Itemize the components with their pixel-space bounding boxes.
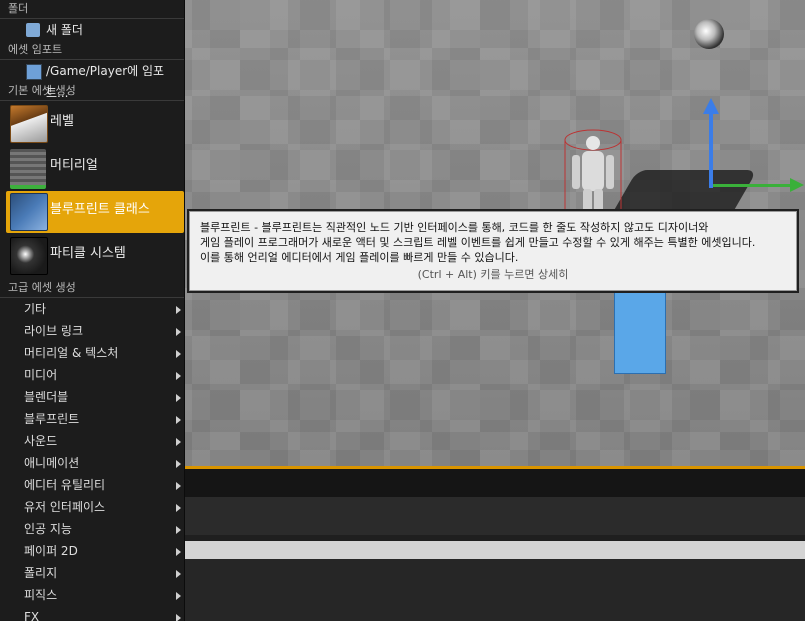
chevron-right-icon: [176, 328, 181, 336]
submenu-label: 블렌더블: [24, 390, 69, 404]
weapon-mesh[interactable]: [614, 290, 666, 374]
submenu-materials-textures[interactable]: 머티리얼 & 텍스처: [0, 342, 184, 364]
submenu-blendables[interactable]: 블렌더블: [0, 386, 184, 408]
menu-item-new-folder[interactable]: 새 폴더: [0, 19, 184, 41]
submenu-paper-2d[interactable]: 페이퍼 2D: [0, 540, 184, 562]
sky-sphere-icon[interactable]: [694, 19, 724, 49]
submenu-artificial-intelligence[interactable]: 인공 지능: [0, 518, 184, 540]
submenu-label: 유저 인터페이스: [24, 500, 106, 514]
submenu-physics[interactable]: 피직스: [0, 584, 184, 606]
level-icon: [10, 105, 48, 143]
chevron-right-icon: [176, 394, 181, 402]
chevron-right-icon: [176, 350, 181, 358]
folder-plus-icon: [26, 23, 40, 37]
menu-item-level[interactable]: 레벨: [0, 103, 184, 145]
tooltip-line: 게임 플레이 프로그래머가 새로운 액터 및 스크립트 레벨 이벤트를 쉽게 만…: [200, 236, 756, 249]
gizmo-z-axis[interactable]: [709, 110, 713, 188]
submenu-blueprints[interactable]: 블루프린트: [0, 408, 184, 430]
menu-item-label: 블루프린트 클래스: [50, 202, 150, 217]
blueprint-class-tooltip: 블루프린트 - 블루프린트는 직관적인 노드 기반 인터페이스를 통해, 코드를…: [189, 211, 797, 291]
menu-item-label: 머티리얼: [50, 158, 98, 173]
tooltip-line: 이를 통해 언리얼 에디터에서 게임 플레이를 빠르게 만들 수 있습니다.: [200, 251, 519, 264]
menu-item-material[interactable]: 머티리얼: [0, 147, 184, 189]
material-icon: [10, 149, 46, 189]
chevron-right-icon: [176, 526, 181, 534]
add-new-context-menu: 폴더 새 폴더 에셋 임포트 /Game/Player에 임포트... 기본 에…: [0, 0, 185, 621]
menu-item-blueprint-class[interactable]: 블루프린트 클래스: [6, 191, 184, 233]
submenu-sounds[interactable]: 사운드: [0, 430, 184, 452]
submenu-label: 폴리지: [24, 566, 58, 580]
section-header-folder: 폴더: [0, 0, 184, 19]
chevron-right-icon: [176, 504, 181, 512]
chevron-right-icon: [176, 548, 181, 556]
chevron-right-icon: [176, 460, 181, 468]
submenu-media[interactable]: 미디어: [0, 364, 184, 386]
menu-item-import[interactable]: /Game/Player에 임포트...: [0, 60, 184, 100]
chevron-right-icon: [176, 306, 181, 314]
submenu-label: 블루프린트: [24, 412, 80, 426]
section-header-basic: 기본 에셋 생성: [0, 82, 184, 101]
chevron-right-icon: [176, 438, 181, 446]
menu-item-label: 레벨: [50, 114, 74, 129]
tooltip-line: 블루프린트 - 블루프린트는 직관적인 노드 기반 인터페이스를 통해, 코드를…: [200, 221, 709, 234]
menu-item-particle-system[interactable]: 파티클 시스템: [0, 235, 184, 277]
submenu-label: 인공 지능: [24, 522, 72, 536]
submenu-foliage[interactable]: 폴리지: [0, 562, 184, 584]
chevron-right-icon: [176, 416, 181, 424]
submenu-user-interface[interactable]: 유저 인터페이스: [0, 496, 184, 518]
chevron-right-icon: [176, 592, 181, 600]
gizmo-x-arrow-icon[interactable]: [790, 178, 804, 192]
chevron-right-icon: [176, 372, 181, 380]
tooltip-hint: (Ctrl + Alt) 키를 누르면 상세히: [417, 268, 569, 281]
submenu-label: 사운드: [24, 434, 58, 448]
chevron-right-icon: [176, 570, 181, 578]
chevron-right-icon: [176, 482, 181, 490]
submenu-label: 에디터 유틸리티: [24, 478, 106, 492]
gizmo-x-axis[interactable]: [713, 184, 793, 187]
submenu-label: FX: [24, 610, 40, 621]
submenu-label: 미디어: [24, 368, 58, 382]
chevron-right-icon: [176, 614, 181, 621]
section-header-import: 에셋 임포트: [0, 41, 184, 60]
submenu-fx[interactable]: FX: [0, 606, 184, 621]
section-header-advanced: 고급 에셋 생성: [0, 279, 184, 298]
submenu-label: 라이브 링크: [24, 324, 84, 338]
submenu-label: 머티리얼 & 텍스처: [24, 346, 119, 360]
submenu-etc[interactable]: 기타: [0, 298, 184, 320]
submenu-live-link[interactable]: 라이브 링크: [0, 320, 184, 342]
submenu-label: 기타: [24, 302, 47, 316]
submenu-label: 피직스: [24, 588, 58, 602]
submenu-label: 페이퍼 2D: [24, 544, 78, 558]
import-icon: [26, 64, 42, 80]
particle-system-icon: [10, 237, 48, 275]
submenu-label: 애니메이션: [24, 456, 80, 470]
submenu-editor-utilities[interactable]: 에디터 유틸리티: [0, 474, 184, 496]
submenu-animation[interactable]: 애니메이션: [0, 452, 184, 474]
gizmo-z-arrow-icon[interactable]: [703, 98, 719, 114]
blueprint-class-icon: [10, 193, 48, 231]
menu-item-label: 새 폴더: [46, 23, 83, 37]
menu-item-label: 파티클 시스템: [50, 246, 126, 261]
